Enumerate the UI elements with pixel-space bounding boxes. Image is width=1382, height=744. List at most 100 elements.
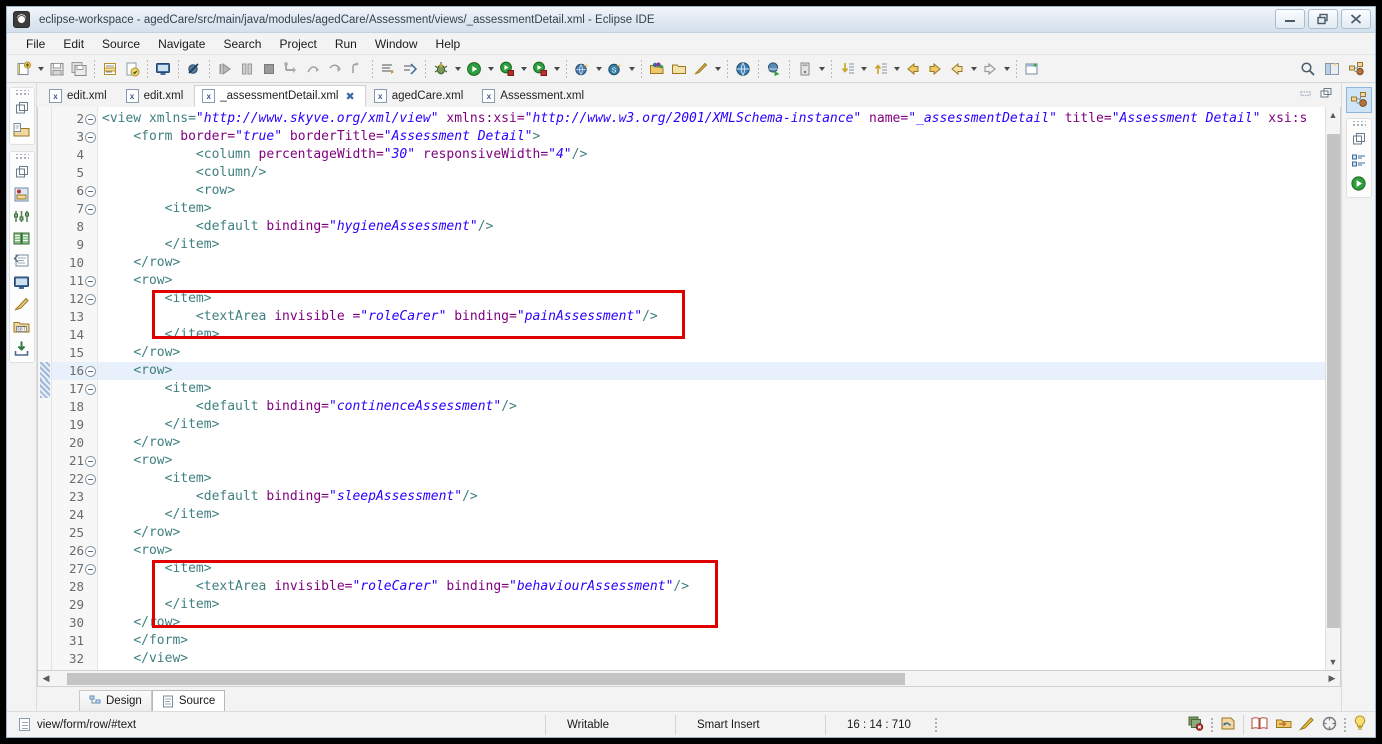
- open-perspective-icon[interactable]: [646, 58, 668, 80]
- new-skyve-icon[interactable]: S: [604, 58, 626, 80]
- rail-handle-dots[interactable]: [1351, 121, 1366, 128]
- build-error-icon[interactable]: [1187, 715, 1204, 734]
- pen-icon[interactable]: [1298, 716, 1315, 734]
- fold-toggle-icon[interactable]: [85, 276, 96, 287]
- open-task-icon[interactable]: [377, 58, 399, 80]
- line-number-ruler[interactable]: 2 3 4 5 6 7 8 9 10 11 12 13 14 15 16 17 18 19 20 21 22 23 24 25…: [52, 107, 98, 670]
- horizontal-scroll-track[interactable]: [54, 671, 1324, 686]
- source-editor[interactable]: 2 3 4 5 6 7 8 9 10 11 12 13 14 15 16 17 18 19 20 21 22 23 24 25…: [37, 107, 1341, 671]
- fold-toggle-icon[interactable]: [85, 294, 96, 305]
- step-into-icon[interactable]: [280, 58, 302, 80]
- code-line[interactable]: </item>: [98, 416, 1325, 434]
- tab-design[interactable]: Design: [79, 690, 152, 711]
- properties-icon[interactable]: [11, 205, 33, 227]
- code-line[interactable]: <item>: [98, 470, 1325, 488]
- scroll-right-arrow-icon[interactable]: ▶: [1324, 673, 1340, 684]
- spinner-icon[interactable]: [1322, 716, 1337, 734]
- run-server-icon[interactable]: [496, 58, 518, 80]
- minimize-editor-icon[interactable]: [1299, 86, 1312, 104]
- previous-annotation-icon[interactable]: [869, 58, 891, 80]
- code-line[interactable]: <textArea invisible="roleCarer" binding=…: [98, 578, 1325, 596]
- horizontal-scrollbar[interactable]: ◀ ▶: [37, 671, 1341, 687]
- restore-button[interactable]: [1308, 9, 1338, 29]
- run-view-icon[interactable]: [1348, 172, 1370, 194]
- minimize-button[interactable]: [1275, 9, 1305, 29]
- editor-tab-edit-xml-2[interactable]: x edit.xml: [117, 85, 195, 107]
- tip-icon[interactable]: [1275, 716, 1292, 733]
- save-icon[interactable]: [46, 58, 68, 80]
- code-line[interactable]: </view>: [98, 650, 1325, 668]
- code-line[interactable]: </form>: [98, 632, 1325, 650]
- back-history-icon[interactable]: [902, 58, 924, 80]
- next-edit-dropdown-icon[interactable]: [1001, 58, 1012, 80]
- annotation-ruler[interactable]: [38, 107, 52, 670]
- menu-search[interactable]: Search: [214, 35, 270, 53]
- menu-edit[interactable]: Edit: [54, 35, 93, 53]
- code-line[interactable]: <column percentageWidth="30" responsiveW…: [98, 146, 1325, 164]
- undo-icon[interactable]: [1220, 716, 1236, 734]
- code-line[interactable]: <form border="true" borderTitle="Assessm…: [98, 128, 1325, 146]
- restore-view-icon[interactable]: [11, 97, 33, 119]
- new-editor-icon[interactable]: [1021, 58, 1043, 80]
- code-line[interactable]: <default binding="sleepAssessment"/>: [98, 488, 1325, 506]
- code-line[interactable]: <item>: [98, 560, 1325, 578]
- fold-toggle-icon[interactable]: [85, 114, 96, 125]
- coverage-dropdown-icon[interactable]: [551, 58, 562, 80]
- terminate-icon[interactable]: [258, 58, 280, 80]
- run-icon[interactable]: [463, 58, 485, 80]
- code-line[interactable]: </row>: [98, 524, 1325, 542]
- project-explorer-icon[interactable]: [11, 119, 33, 141]
- code-line[interactable]: <default binding="continenceAssessment"/…: [98, 398, 1325, 416]
- fold-toggle-icon[interactable]: [85, 456, 96, 467]
- data-source-explorer-icon[interactable]: [11, 227, 33, 249]
- code-text-area[interactable]: <view xmlns="http://www.skyve.org/xml/vi…: [98, 107, 1325, 670]
- new-web-project-icon[interactable]: [571, 58, 593, 80]
- snippets-icon[interactable]: [11, 249, 33, 271]
- previous-edit-dropdown-icon[interactable]: [968, 58, 979, 80]
- code-line[interactable]: </row>: [98, 614, 1325, 632]
- rail-handle-dots[interactable]: [14, 154, 29, 161]
- editor-tab-assessment-detail-xml[interactable]: x _assessmentDetail.xml ✖: [194, 85, 366, 107]
- close-icon[interactable]: ✖: [345, 90, 354, 103]
- horizontal-scroll-thumb[interactable]: [66, 672, 905, 685]
- step-over-icon[interactable]: [302, 58, 324, 80]
- code-line[interactable]: <item>: [98, 380, 1325, 398]
- editor-tab-agedcare-xml[interactable]: x agedCare.xml: [365, 85, 475, 107]
- drop-to-frame-icon[interactable]: [346, 58, 368, 80]
- menu-project[interactable]: Project: [270, 35, 325, 53]
- server-dropdown-icon[interactable]: [816, 58, 827, 80]
- step-return-icon[interactable]: [324, 58, 346, 80]
- fold-toggle-icon[interactable]: [85, 366, 96, 377]
- outline-icon[interactable]: [1348, 150, 1370, 172]
- markers-icon[interactable]: [11, 293, 33, 315]
- fold-toggle-icon[interactable]: [85, 204, 96, 215]
- search-icon[interactable]: [1297, 58, 1319, 80]
- fold-toggle-icon[interactable]: [85, 186, 96, 197]
- menu-source[interactable]: Source: [93, 35, 149, 53]
- menu-run[interactable]: Run: [326, 35, 366, 53]
- fold-toggle-icon[interactable]: [85, 132, 96, 143]
- code-line[interactable]: </item>: [98, 596, 1325, 614]
- close-button[interactable]: [1341, 9, 1371, 29]
- menu-window[interactable]: Window: [366, 35, 427, 53]
- menu-navigate[interactable]: Navigate: [149, 35, 214, 53]
- menu-help[interactable]: Help: [427, 35, 470, 53]
- code-line[interactable]: </row>: [98, 254, 1325, 272]
- import-icon[interactable]: [11, 337, 33, 359]
- run-dropdown-icon[interactable]: [485, 58, 496, 80]
- code-line[interactable]: </item>: [98, 236, 1325, 254]
- code-line[interactable]: <row>: [98, 452, 1325, 470]
- open-perspective-button-icon[interactable]: [1321, 58, 1343, 80]
- debug-dropdown-icon[interactable]: [452, 58, 463, 80]
- restore-view-icon[interactable]: [11, 161, 33, 183]
- code-line[interactable]: </item>: [98, 506, 1325, 524]
- open-console-icon[interactable]: [152, 58, 174, 80]
- open-folder-icon[interactable]: [668, 58, 690, 80]
- skip-breakpoints-icon[interactable]: [183, 58, 205, 80]
- code-line[interactable]: </row>: [98, 434, 1325, 452]
- code-line[interactable]: </row>: [98, 344, 1325, 362]
- status-drag-handle[interactable]: [1344, 717, 1346, 732]
- status-drag-handle[interactable]: [935, 717, 937, 732]
- vertical-scroll-thumb[interactable]: [1326, 134, 1340, 628]
- quick-access-dropdown-icon[interactable]: [712, 58, 723, 80]
